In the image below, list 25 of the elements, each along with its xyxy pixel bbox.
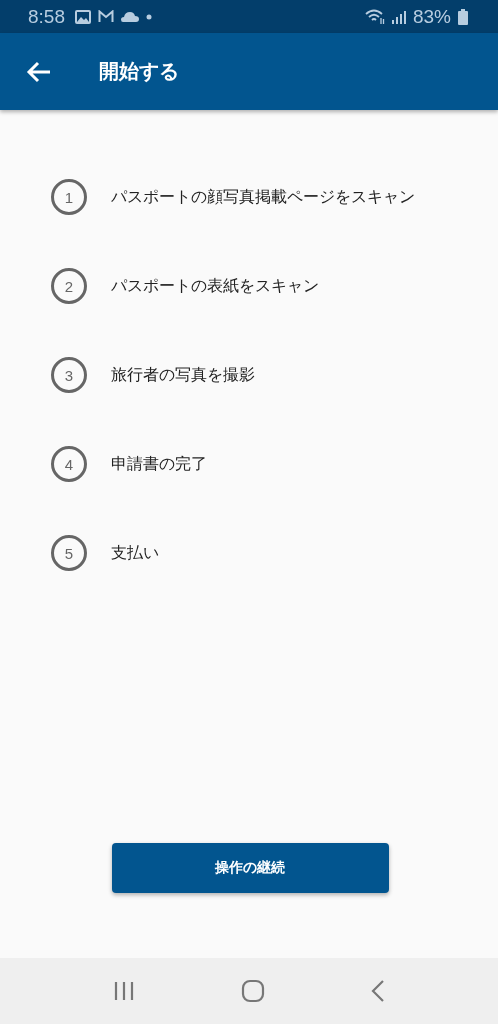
continue-button[interactable]: 操作の継続 bbox=[111, 843, 389, 893]
wifi-icon bbox=[364, 8, 385, 25]
step-label: 支払い bbox=[111, 542, 159, 564]
back-icon[interactable] bbox=[371, 979, 385, 1003]
step-label: 申請書の完了 bbox=[111, 453, 207, 475]
step-number: 3 bbox=[51, 357, 87, 393]
cloud-icon bbox=[121, 11, 139, 22]
battery-icon bbox=[458, 8, 468, 25]
step-label: パスポートの表紙をスキャン bbox=[111, 275, 319, 297]
step-label: 旅行者の写真を撮影 bbox=[111, 364, 255, 386]
image-icon bbox=[75, 9, 91, 24]
signal-icon bbox=[391, 9, 406, 24]
dot-icon bbox=[146, 13, 152, 20]
battery-percentage: 83% bbox=[412, 5, 451, 28]
step-number: 4 bbox=[51, 446, 87, 482]
step-number: 1 bbox=[51, 179, 87, 215]
back-arrow-icon[interactable] bbox=[26, 60, 52, 83]
page-title: 開始する bbox=[99, 58, 179, 85]
step-label: パスポートの顔写真掲載ページをスキャン bbox=[111, 186, 415, 208]
step-number: 2 bbox=[51, 268, 87, 304]
recent-apps-icon[interactable] bbox=[113, 981, 135, 1001]
home-icon[interactable] bbox=[241, 979, 265, 1003]
step-number: 5 bbox=[51, 535, 87, 571]
mail-icon bbox=[98, 10, 114, 23]
status-time: 8:58 bbox=[28, 5, 65, 28]
